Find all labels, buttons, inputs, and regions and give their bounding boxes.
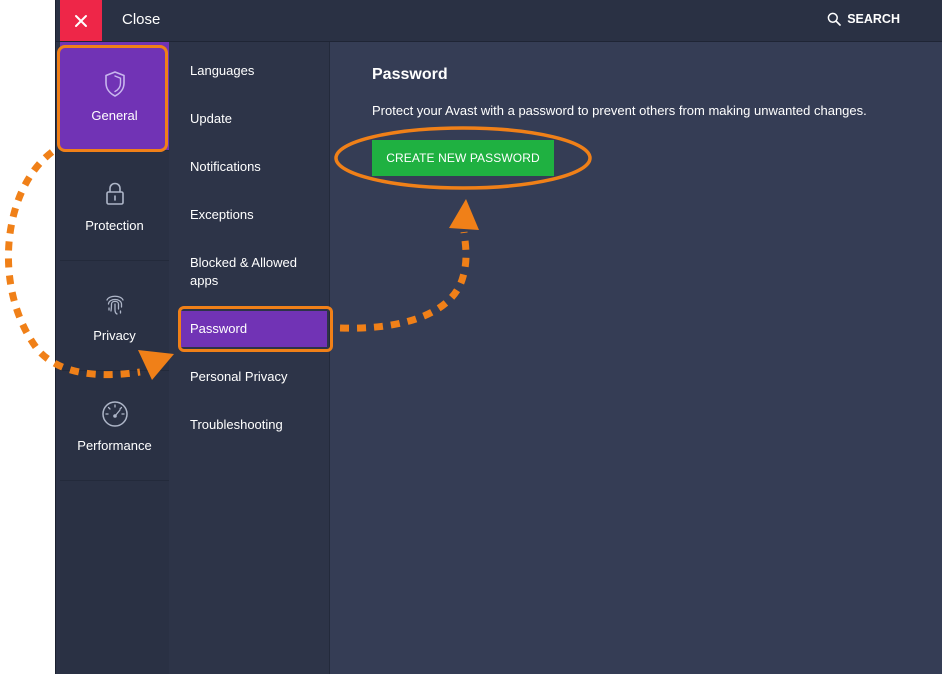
category-label: Privacy xyxy=(93,327,136,343)
category-general[interactable]: General xyxy=(60,42,169,151)
submenu-item-password[interactable]: Password xyxy=(181,311,327,347)
close-button[interactable] xyxy=(60,0,102,41)
shield-icon xyxy=(103,70,127,98)
search-button[interactable]: SEARCH xyxy=(827,12,900,26)
category-protection[interactable]: Protection xyxy=(60,152,169,261)
submenu-item-update[interactable]: Update xyxy=(169,110,329,128)
submenu-item-languages[interactable]: Languages xyxy=(169,62,329,80)
category-label: General xyxy=(91,107,138,123)
category-label: Performance xyxy=(77,437,152,453)
avast-settings-window: Close SEARCH General Protection Privacy … xyxy=(56,0,942,674)
password-settings-panel: Password Protect your Avast with a passw… xyxy=(330,42,942,674)
search-label: SEARCH xyxy=(847,12,900,26)
category-label: Protection xyxy=(85,217,144,233)
submenu-item-blocked-allowed-apps[interactable]: Blocked & Allowed apps xyxy=(169,254,309,290)
submenu-item-notifications[interactable]: Notifications xyxy=(169,158,329,176)
category-privacy[interactable]: Privacy xyxy=(60,262,169,371)
top-bar: Close SEARCH xyxy=(56,0,942,42)
lock-icon xyxy=(104,180,126,208)
create-new-password-button[interactable]: CREATE NEW PASSWORD xyxy=(372,140,554,176)
close-label[interactable]: Close xyxy=(122,11,160,28)
category-performance[interactable]: Performance xyxy=(60,372,169,481)
submenu-item-personal-privacy[interactable]: Personal Privacy xyxy=(169,368,329,386)
page-title: Password xyxy=(372,66,448,83)
password-description: Protect your Avast with a password to pr… xyxy=(372,103,867,118)
close-icon xyxy=(75,14,87,27)
submenu-item-exceptions[interactable]: Exceptions xyxy=(169,206,329,224)
search-icon xyxy=(827,12,842,26)
fingerprint-icon xyxy=(103,290,127,318)
category-sidebar: General Protection Privacy Performance xyxy=(60,42,169,674)
settings-submenu: Languages Update Notifications Exception… xyxy=(169,42,330,674)
submenu-item-troubleshooting[interactable]: Troubleshooting xyxy=(169,416,329,434)
speedometer-icon xyxy=(101,400,129,428)
